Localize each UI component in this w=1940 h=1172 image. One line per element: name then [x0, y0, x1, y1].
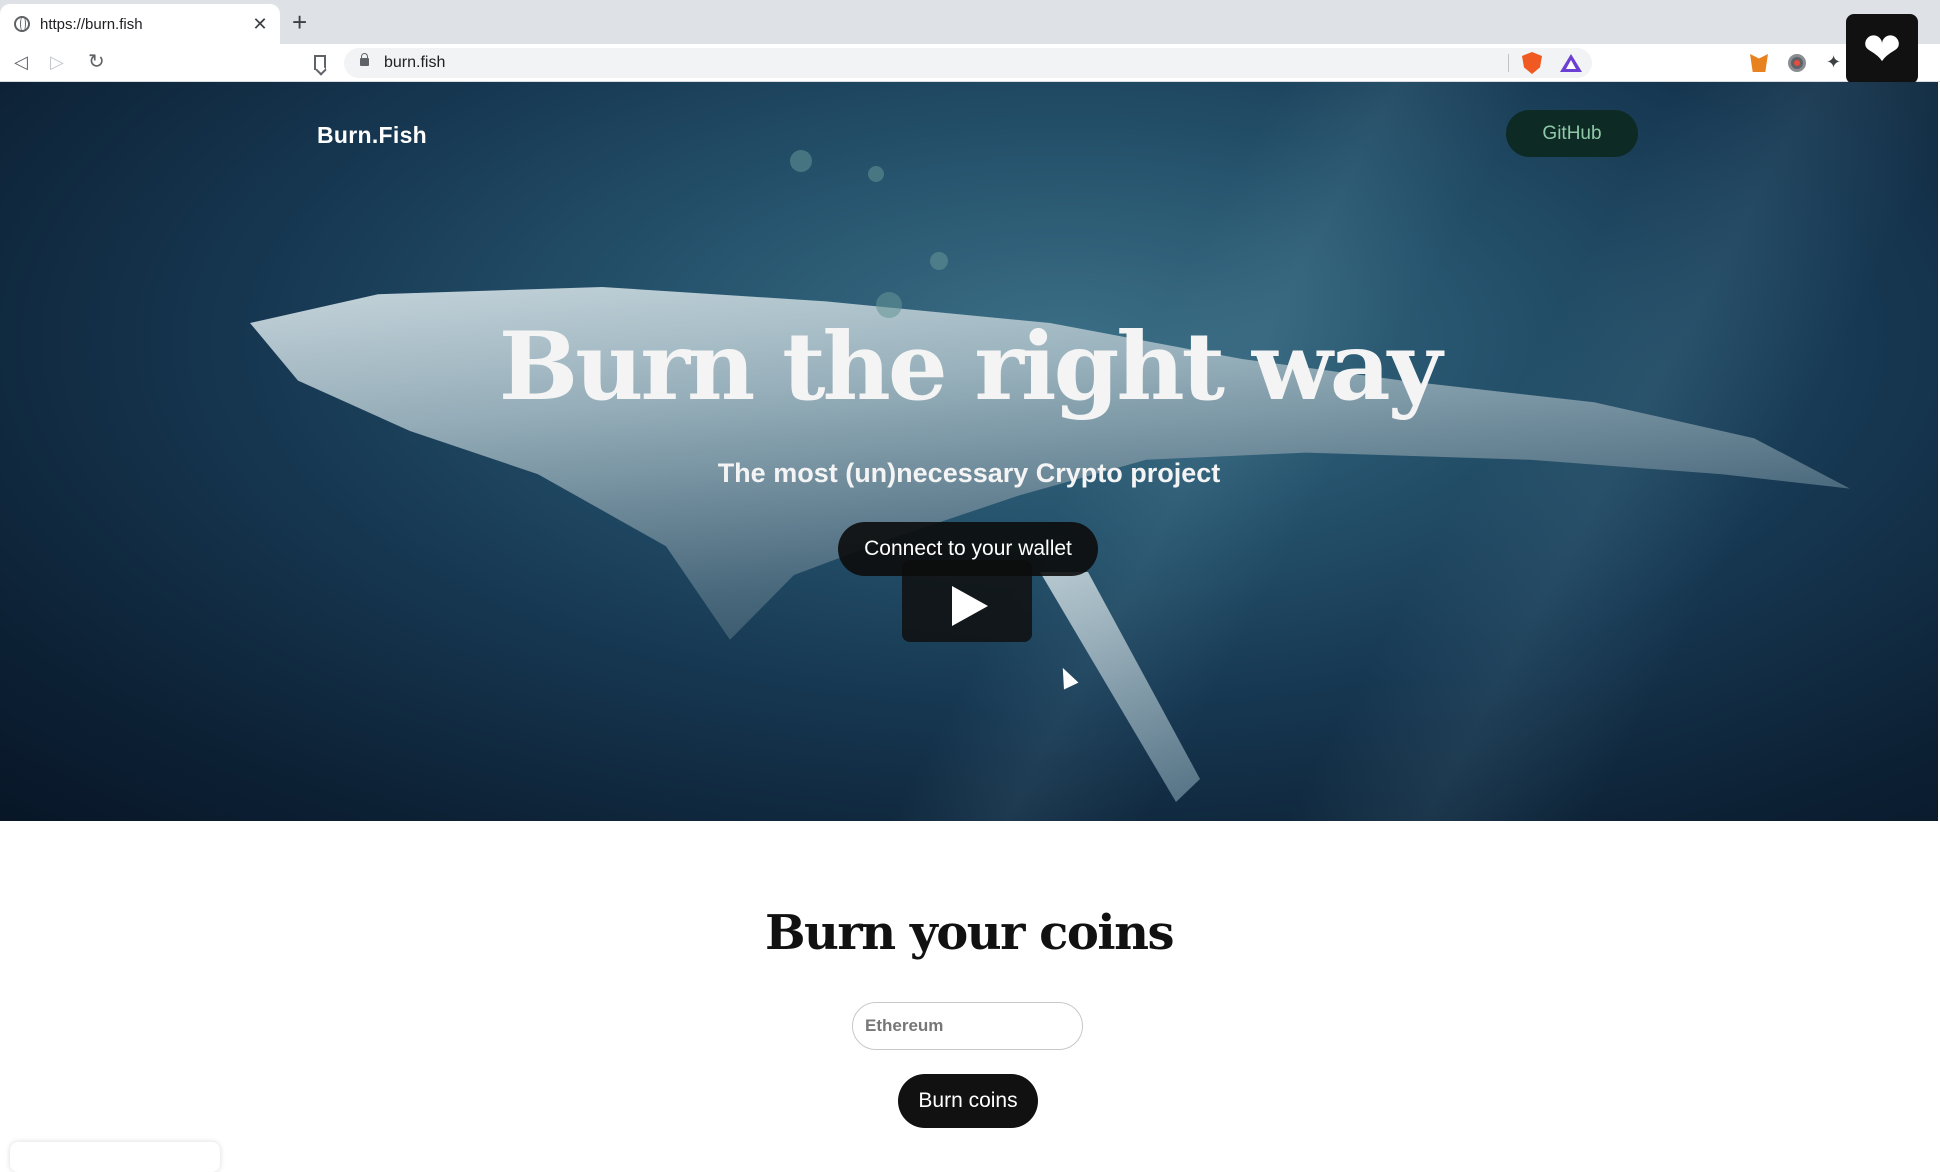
hero-section: Burn.Fish GitHub Burn the right way The …: [0, 82, 1938, 821]
reload-icon[interactable]: ↻: [88, 50, 105, 74]
heart-widget[interactable]: ❤: [1846, 14, 1918, 84]
new-tab-button[interactable]: +: [292, 8, 307, 36]
brave-shields-icon[interactable]: [1522, 52, 1542, 74]
address-bar[interactable]: burn.fish: [344, 48, 1592, 78]
burn-coins-button[interactable]: Burn coins: [898, 1074, 1038, 1128]
bubble: [868, 166, 884, 182]
bottom-left-card: [10, 1142, 220, 1172]
close-tab-icon[interactable]: ✕: [250, 14, 270, 35]
coin-select-input[interactable]: [852, 1002, 1083, 1050]
bookmark-icon[interactable]: [314, 55, 326, 70]
puzzle-extensions-icon[interactable]: ✦: [1826, 52, 1841, 72]
browser-tab[interactable]: https://burn.fish ✕: [0, 4, 280, 44]
site-logo[interactable]: Burn.Fish: [317, 122, 427, 149]
hero-subtitle: The most (un)necessary Crypto project: [717, 458, 1221, 488]
fox-extension-icon[interactable]: [1750, 54, 1768, 72]
connect-wallet-button[interactable]: Connect to your wallet: [838, 522, 1098, 576]
back-icon[interactable]: ◁: [14, 50, 28, 74]
play-icon: [952, 586, 988, 626]
hero-title: Burn the right way: [498, 312, 1443, 422]
mouse-cursor: [1055, 664, 1079, 690]
burn-section-title: Burn your coins: [764, 905, 1175, 961]
browser-toolbar: ◁ ▷ ↻ burn.fish ✦: [0, 44, 1940, 82]
forward-icon[interactable]: ▷: [50, 50, 64, 74]
lock-icon[interactable]: [360, 53, 369, 66]
brave-rewards-icon[interactable]: [1560, 54, 1582, 72]
url-text[interactable]: burn.fish: [384, 54, 445, 72]
github-button[interactable]: GitHub: [1506, 110, 1638, 157]
bubble: [930, 252, 948, 270]
heart-icon: ❤: [1862, 23, 1902, 75]
globe-icon: [14, 16, 30, 32]
omnibox-divider: [1508, 54, 1509, 72]
browser-tabstrip: https://burn.fish ✕ +: [0, 0, 1940, 44]
bubble: [790, 150, 812, 172]
tab-title: https://burn.fish: [40, 15, 143, 33]
record-extension-icon[interactable]: [1788, 54, 1806, 72]
